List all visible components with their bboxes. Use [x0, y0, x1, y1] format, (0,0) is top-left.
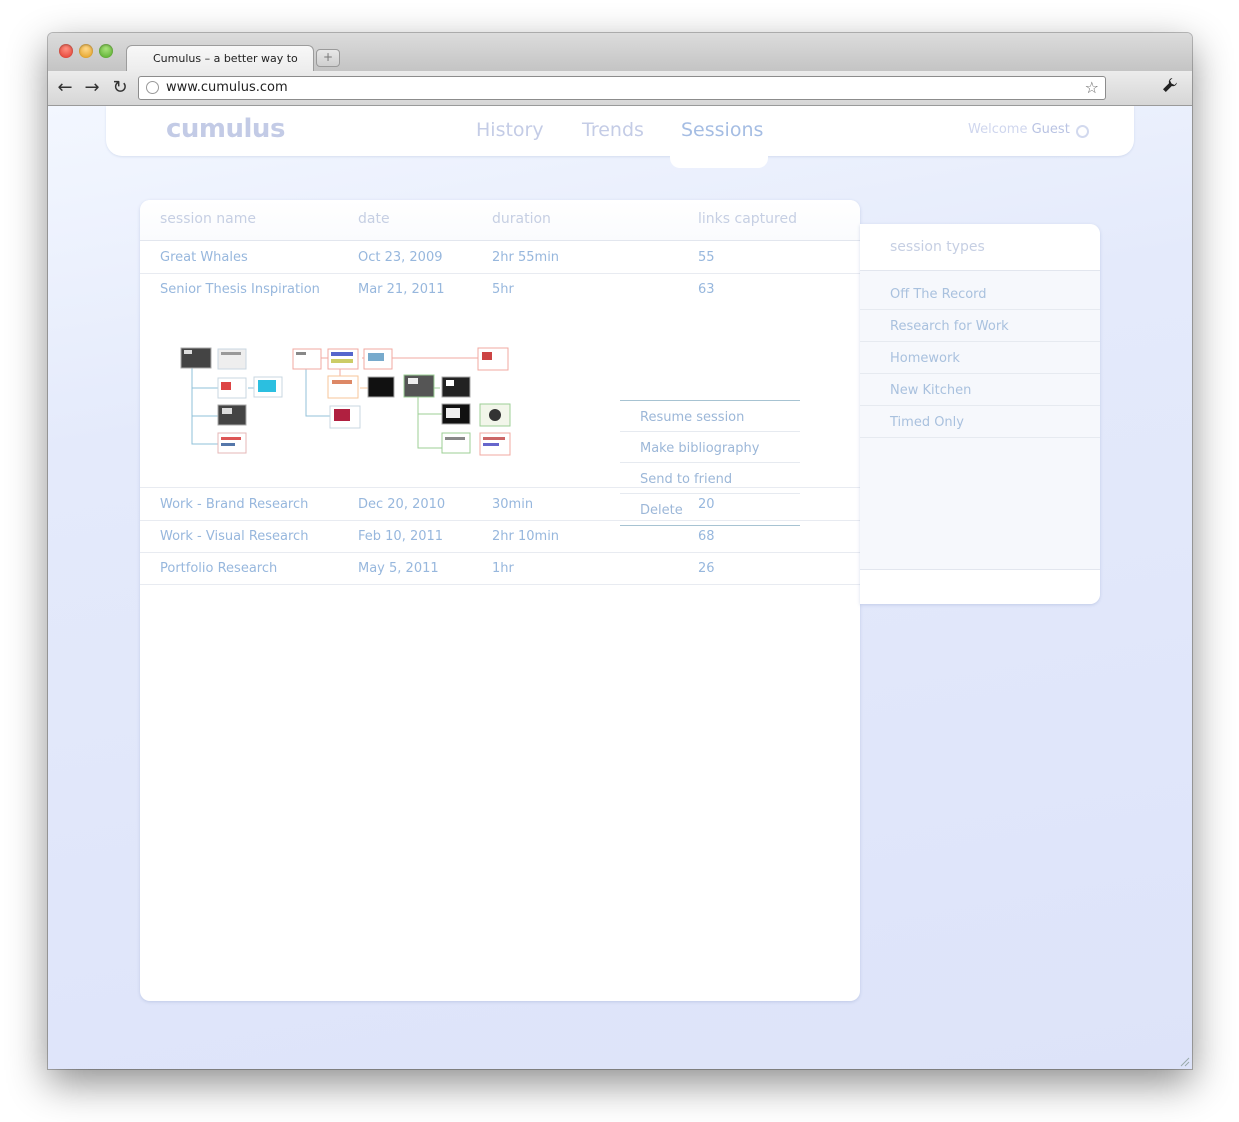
active-nav-indicator: [670, 146, 768, 168]
session-name[interactable]: Work - Visual Research: [160, 529, 308, 544]
session-types-panel: session types Off The Record Research fo…: [860, 224, 1100, 604]
session-types-title: session types: [890, 239, 985, 255]
session-type-label: Timed Only: [890, 415, 964, 430]
session-name[interactable]: Great Whales: [160, 250, 248, 265]
wrench-icon[interactable]: [1162, 77, 1178, 97]
session-duration: 2hr 55min: [492, 250, 560, 265]
nav-trends[interactable]: Trends: [582, 119, 644, 141]
session-name[interactable]: Work - Brand Research: [160, 497, 308, 512]
session-links: 55: [698, 250, 715, 265]
session-type-new-kitchen[interactable]: New Kitchen: [860, 373, 1100, 406]
session-date: Oct 23, 2009: [358, 250, 443, 265]
column-duration[interactable]: duration: [492, 211, 551, 227]
column-date[interactable]: date: [358, 211, 390, 227]
user-status-icon[interactable]: [1076, 125, 1089, 138]
minimize-window-button[interactable]: [79, 44, 93, 58]
reload-icon[interactable]: ↻: [110, 77, 130, 98]
welcome-user[interactable]: Guest: [1032, 122, 1070, 137]
session-links: 63: [698, 282, 715, 297]
session-date: Mar 21, 2011: [358, 282, 445, 297]
table-row[interactable]: Portfolio Research May 5, 2011 1hr 26: [140, 552, 860, 585]
session-links: 20: [698, 497, 715, 512]
table-row[interactable]: Great Whales Oct 23, 2009 2hr 55min 55: [140, 241, 860, 274]
browser-toolbar: ← → ↻ www.cumulus.com ☆: [48, 71, 1192, 106]
forward-icon[interactable]: →: [82, 77, 102, 98]
table-row[interactable]: Senior Thesis Inspiration Mar 21, 2011 5…: [140, 273, 860, 305]
tab-title: Cumulus – a better way to: [153, 52, 298, 65]
session-date: Feb 10, 2011: [358, 529, 444, 544]
sessions-panel: session name date duration links capture…: [140, 200, 860, 1001]
browser-tab[interactable]: Cumulus – a better way to: [126, 45, 314, 72]
session-date: Dec 20, 2010: [358, 497, 446, 512]
page-content: cumulus History Trends Sessions Welcome …: [48, 106, 1192, 1069]
session-type-label: Off The Record: [890, 287, 987, 302]
session-name[interactable]: Senior Thesis Inspiration: [160, 282, 320, 297]
session-type-label: Research for Work: [890, 319, 1009, 334]
nav-sessions[interactable]: Sessions: [681, 119, 763, 141]
expanded-session: Senior Thesis Inspiration Mar 21, 2011 5…: [140, 273, 860, 526]
session-type-research-for-work[interactable]: Research for Work: [860, 309, 1100, 342]
globe-icon: [146, 81, 159, 94]
session-type-label: Homework: [890, 351, 960, 366]
url-text: www.cumulus.com: [166, 80, 288, 95]
tab-bar: Cumulus – a better way to +: [48, 33, 1192, 72]
column-links-captured[interactable]: links captured: [698, 211, 797, 227]
session-types-footer: [860, 569, 1100, 604]
session-duration: 30min: [492, 497, 534, 512]
sessions-table-header: session name date duration links capture…: [140, 200, 860, 241]
table-row[interactable]: Work - Brand Research Dec 20, 2010 30min…: [140, 488, 860, 521]
back-icon[interactable]: ←: [55, 77, 75, 98]
welcome-message: Welcome Guest: [968, 122, 1070, 137]
column-session-name[interactable]: session name: [160, 211, 256, 227]
table-row[interactable]: Work - Visual Research Feb 10, 2011 2hr …: [140, 520, 860, 553]
session-date: May 5, 2011: [358, 561, 439, 576]
resume-session-button[interactable]: Resume session: [620, 401, 800, 432]
session-duration: 1hr: [492, 561, 514, 576]
session-duration: 5hr: [492, 282, 514, 297]
close-window-button[interactable]: [59, 44, 73, 58]
session-types-header: session types: [860, 224, 1100, 271]
bookmark-star-icon[interactable]: ☆: [1085, 78, 1099, 97]
cumulus-logo[interactable]: cumulus: [166, 114, 285, 144]
nav-history[interactable]: History: [476, 119, 544, 141]
browser-window: Cumulus – a better way to + ← → ↻ www.cu…: [48, 33, 1192, 1069]
address-bar[interactable]: www.cumulus.com ☆: [138, 76, 1106, 100]
session-type-label: New Kitchen: [890, 383, 972, 398]
session-links: 68: [698, 529, 715, 544]
make-bibliography-button[interactable]: Make bibliography: [620, 432, 800, 463]
session-links: 26: [698, 561, 715, 576]
new-tab-button[interactable]: +: [316, 49, 340, 67]
zoom-window-button[interactable]: [99, 44, 113, 58]
session-type-timed-only[interactable]: Timed Only: [860, 405, 1100, 438]
resize-handle-icon[interactable]: [1180, 1057, 1190, 1067]
session-link-graph[interactable]: [180, 338, 520, 458]
welcome-prefix: Welcome: [968, 122, 1028, 137]
session-name[interactable]: Portfolio Research: [160, 561, 277, 576]
session-type-off-the-record[interactable]: Off The Record: [860, 277, 1100, 310]
session-type-homework[interactable]: Homework: [860, 341, 1100, 374]
session-duration: 2hr 10min: [492, 529, 560, 544]
